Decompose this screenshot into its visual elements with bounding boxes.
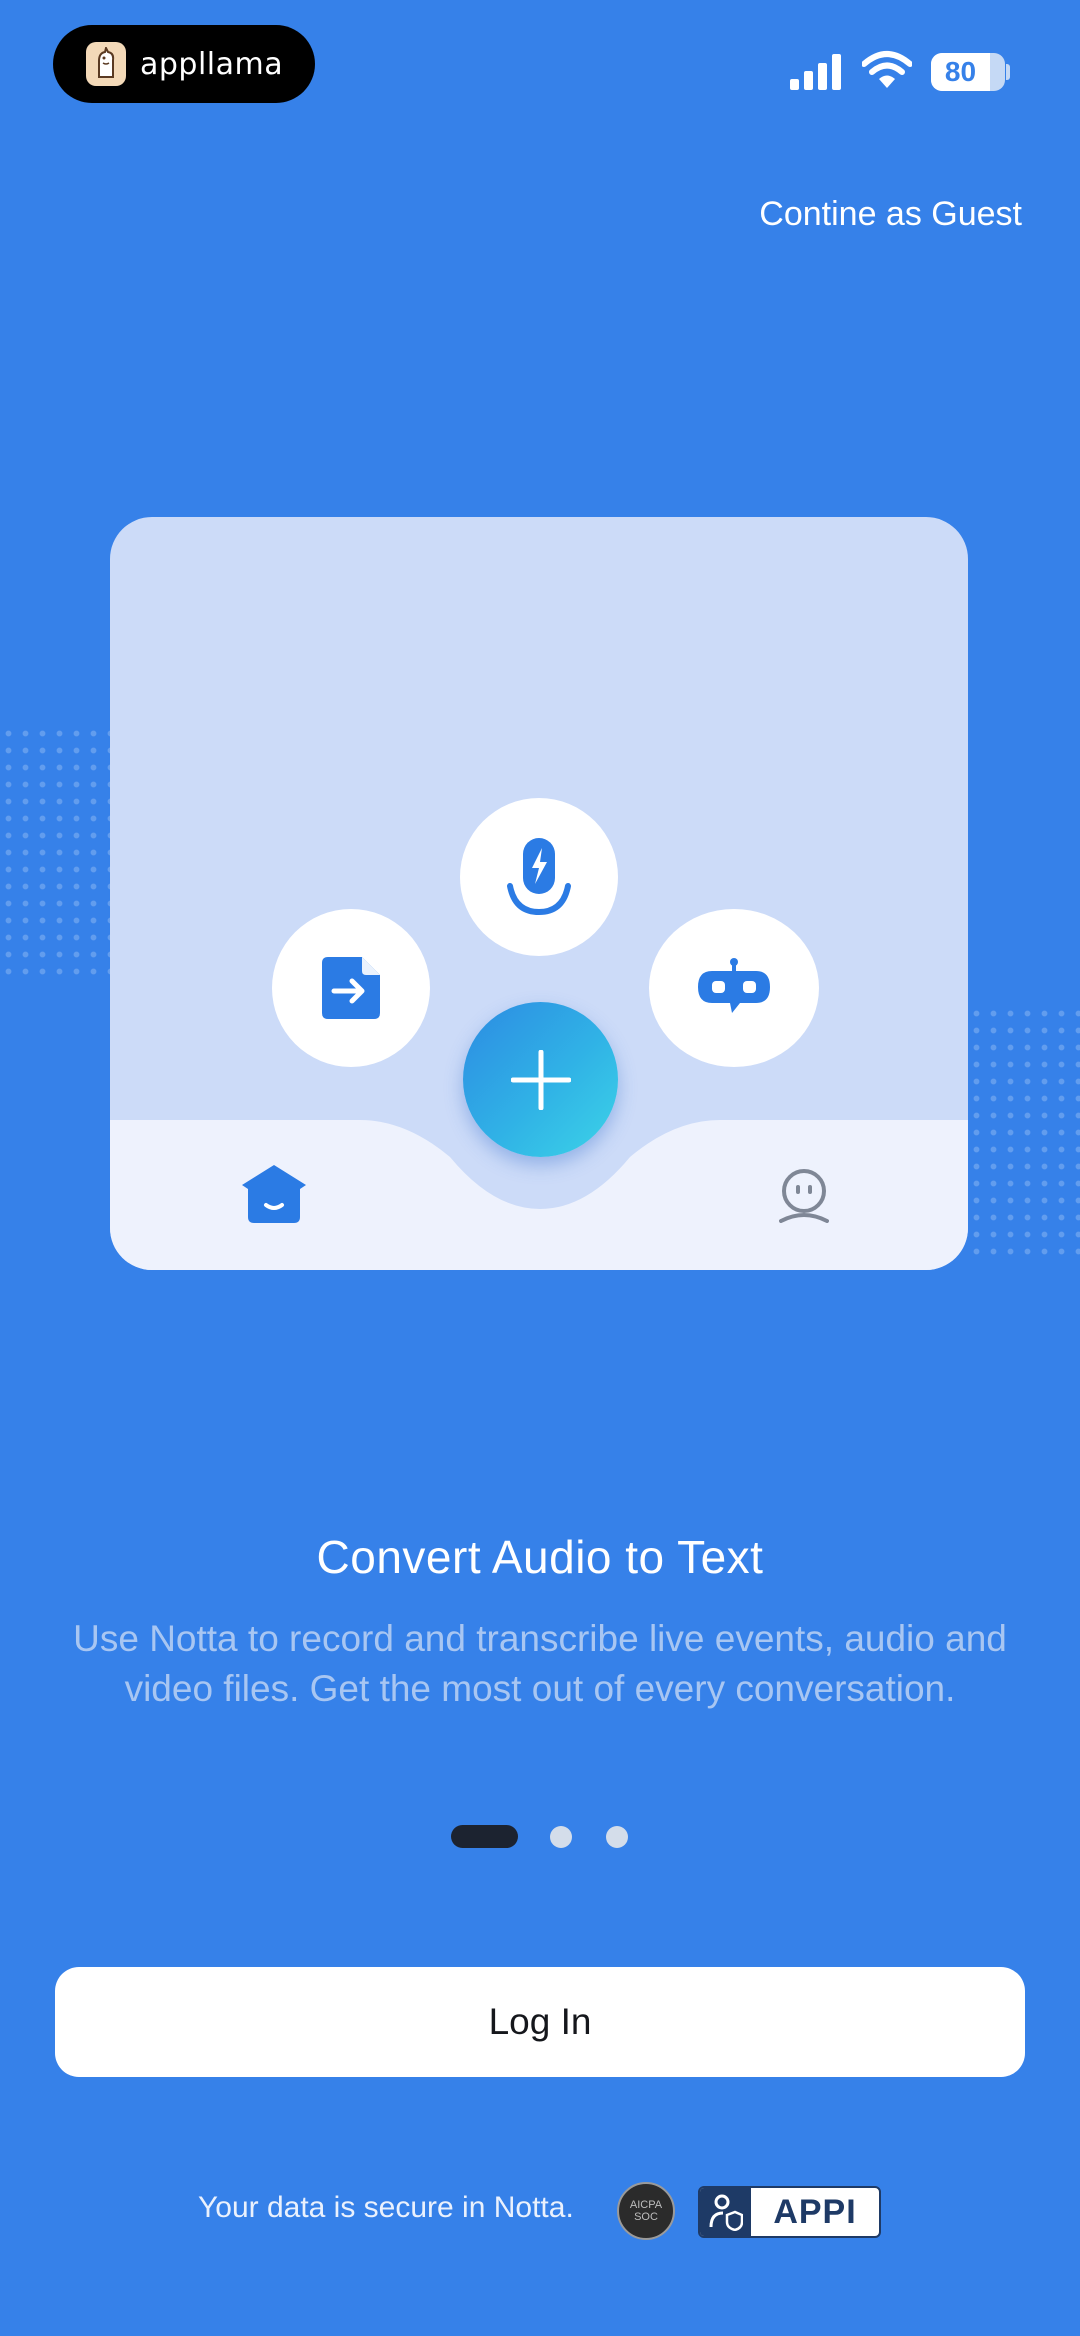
- decorative-dots-left: [0, 725, 112, 980]
- home-icon: [242, 1165, 306, 1223]
- import-file-button: [272, 909, 430, 1067]
- soc-badge-top: AICPA: [629, 2199, 663, 2211]
- battery-tip: [1006, 64, 1010, 80]
- page-indicator-3[interactable]: [606, 1826, 628, 1848]
- appi-badge: APPI: [698, 2186, 881, 2238]
- file-import-icon: [322, 957, 380, 1019]
- security-note: Your data is secure in Notta.: [198, 2191, 574, 2224]
- privacy-shield-icon: [700, 2188, 751, 2236]
- cellular-signal-icon: [790, 54, 841, 90]
- ai-bot-icon: [698, 958, 770, 1013]
- llama-logo-icon: [86, 42, 126, 86]
- soc-badge-bottom: SOC: [634, 2211, 658, 2223]
- record-audio-button: [460, 798, 618, 956]
- continue-as-guest-link[interactable]: Contine as Guest: [759, 195, 1022, 234]
- page-indicator-active[interactable]: [451, 1825, 518, 1848]
- aicpa-soc-badge: AICPA SOC: [617, 2182, 675, 2240]
- decorative-dots-right: [968, 1005, 1080, 1260]
- ai-assistant-button: [649, 909, 819, 1067]
- feature-illustration-card: [110, 517, 968, 1270]
- login-button[interactable]: Log In: [55, 1967, 1025, 2077]
- add-button: [463, 1002, 618, 1157]
- wifi-icon: [862, 51, 912, 88]
- app-badge-pill: appllama: [53, 25, 315, 103]
- onboarding-title: Convert Audio to Text: [316, 1531, 764, 1583]
- profile-face-icon: [779, 1169, 829, 1223]
- battery-icon: 80: [931, 53, 1005, 91]
- page-indicator-2[interactable]: [550, 1826, 572, 1848]
- microphone-bolt-icon: [507, 838, 571, 916]
- onboarding-description: Use Notta to record and transcribe live …: [73, 1618, 1007, 1709]
- plus-icon: [510, 1049, 571, 1110]
- appi-label: APPI: [773, 2192, 857, 2231]
- app-badge-label: appllama: [140, 46, 284, 82]
- battery-level: 80: [944, 56, 977, 87]
